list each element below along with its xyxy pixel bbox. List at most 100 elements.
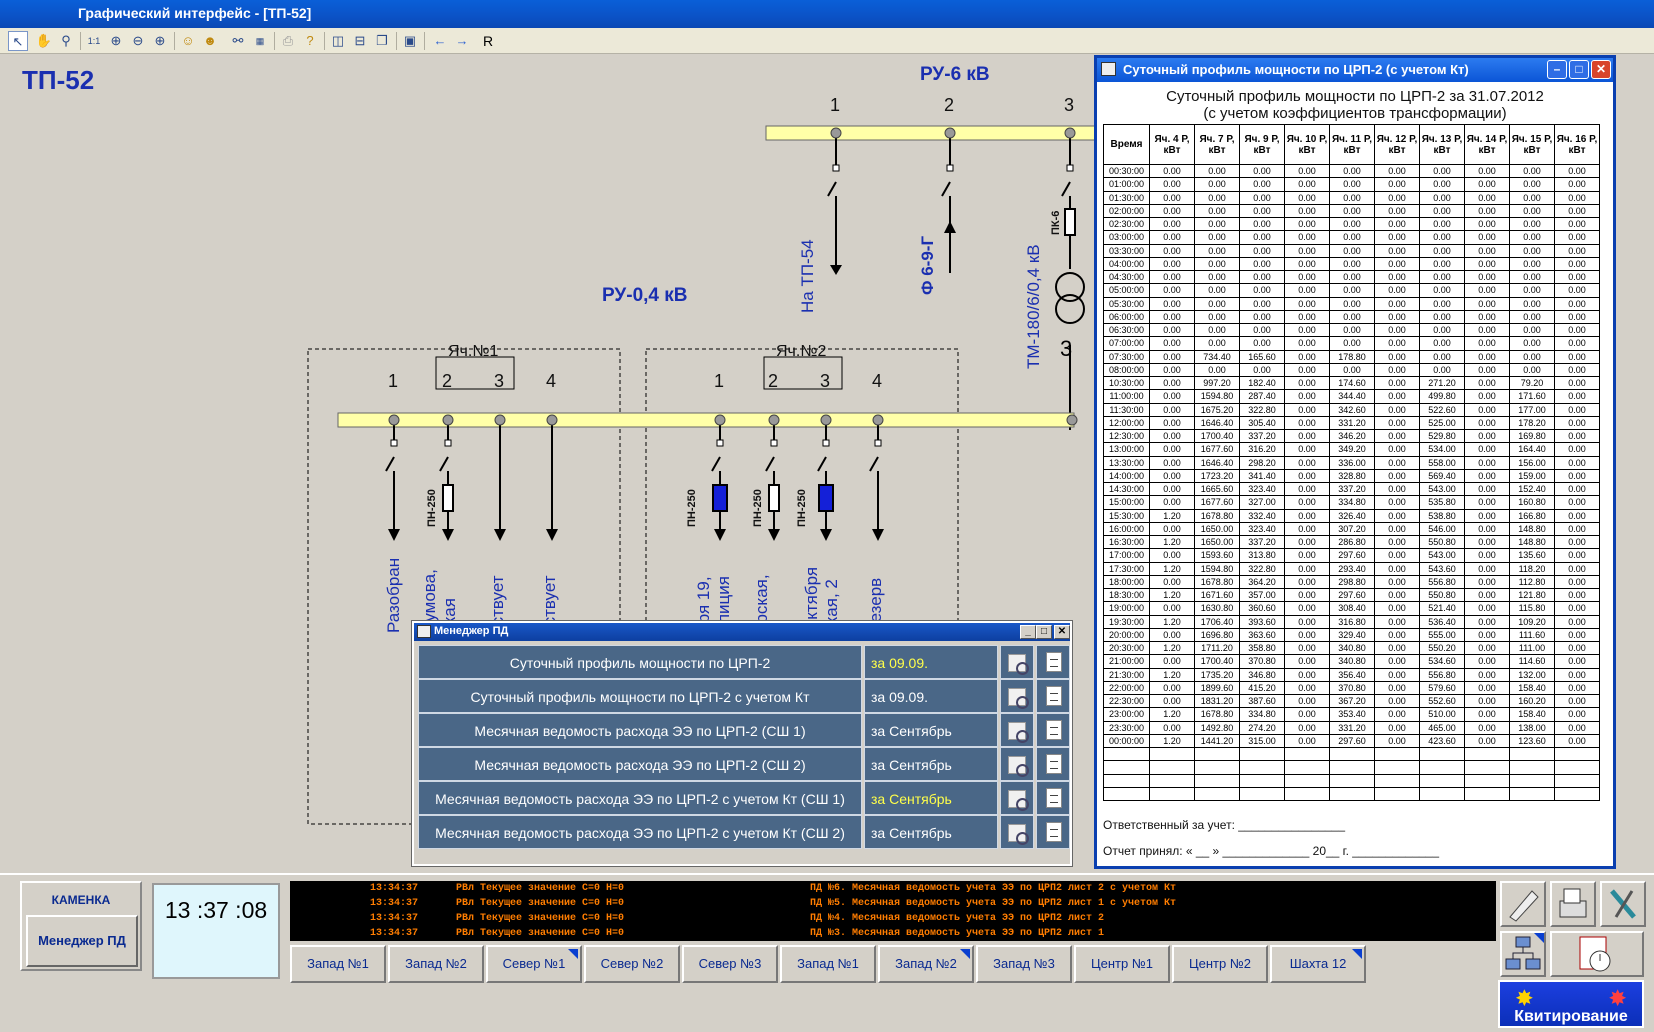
value-cell: 1.20: [1149, 561, 1195, 576]
cell1-num-3: 3: [494, 371, 505, 391]
event-log[interactable]: 13:34:37 РВл Текущее значение С=0 Н=0 ПД №…: [290, 881, 1496, 941]
value-cell: 0.00: [1284, 336, 1330, 351]
zone-button[interactable]: Шахта 12: [1270, 945, 1366, 983]
open-document-button[interactable]: [1036, 645, 1070, 679]
value-cell: 0.00: [1374, 190, 1420, 205]
calendar-clock-icon[interactable]: [1550, 931, 1644, 977]
maximize-button[interactable]: □: [1569, 60, 1589, 79]
open-document-button[interactable]: [1036, 747, 1070, 781]
time-cell: 18:30:00: [1103, 587, 1150, 603]
binoculars-icon[interactable]: ⚯: [228, 31, 248, 51]
preview-button[interactable]: [1000, 713, 1034, 747]
close-button[interactable]: ✕: [1591, 60, 1611, 79]
manager-title-bar[interactable]: Менеджер ПД _ □ ✕: [414, 623, 1070, 641]
time-cell: 23:30:00: [1103, 720, 1150, 735]
minimize-button[interactable]: _: [1020, 625, 1036, 639]
zone-button[interactable]: Север №1: [486, 945, 582, 983]
ruler-icon[interactable]: [1500, 881, 1546, 927]
preview-button[interactable]: [1000, 815, 1034, 849]
report-name[interactable]: Месячная ведомость расхода ЭЭ по ЦРП-2 с…: [418, 781, 862, 815]
zone-button[interactable]: Запад №1: [290, 945, 386, 983]
report-footer-responsible: Ответственный за учет: ________________: [1103, 818, 1346, 832]
table-row: 16:30:00 1.20 1650.00 337.20 0.00 286.80 0.00 5…: [1103, 534, 1600, 550]
arrow-left-icon[interactable]: ←: [430, 31, 450, 51]
open-document-button[interactable]: [1036, 781, 1070, 815]
preview-button[interactable]: [1000, 781, 1034, 815]
zone-button[interactable]: Запад №2: [388, 945, 484, 983]
value-cell: 0.00: [1239, 269, 1285, 285]
close-button[interactable]: ✕: [1054, 625, 1070, 639]
users-icon[interactable]: ☺: [178, 31, 198, 51]
print-icon[interactable]: ⎙: [278, 31, 298, 51]
open-document-button[interactable]: [1036, 679, 1070, 713]
column-header: Яч. 16 P, кВт: [1554, 124, 1600, 165]
zoom-fit-icon[interactable]: ⊕: [106, 31, 126, 51]
window-icon: [417, 625, 431, 638]
layout-horizontal-icon[interactable]: ⊟: [350, 31, 370, 51]
zone-button[interactable]: Запад №3: [976, 945, 1072, 983]
value-cell: 1696.80: [1194, 627, 1240, 643]
zone-label: Север №2: [600, 956, 664, 971]
preview-button[interactable]: [1000, 645, 1034, 679]
tools-icon[interactable]: [1600, 881, 1646, 927]
value-cell: 0.00: [1419, 336, 1465, 351]
window-icon[interactable]: ▣: [400, 31, 420, 51]
cascade-icon[interactable]: ❐: [372, 31, 392, 51]
magnifier-icon[interactable]: ⚲: [56, 31, 76, 51]
value-cell: 287.40: [1239, 389, 1285, 404]
help-icon[interactable]: ?: [300, 31, 320, 51]
report-name[interactable]: Месячная ведомость расхода ЭЭ по ЦРП-2 (…: [418, 747, 862, 781]
time-cell: 06:00:00: [1103, 309, 1150, 325]
arrow-right-icon[interactable]: →: [452, 31, 472, 51]
cell1-num-4: 4: [546, 371, 557, 391]
time-cell: 02:30:00: [1103, 216, 1150, 232]
value-cell: 349.20: [1329, 442, 1375, 457]
layout-vertical-icon[interactable]: ◫: [328, 31, 348, 51]
report-period[interactable]: за 09.09.: [864, 645, 998, 679]
report-name[interactable]: Месячная ведомость расхода ЭЭ по ЦРП-2 с…: [418, 815, 862, 849]
report-period[interactable]: за 09.09.: [864, 679, 998, 713]
zone-button[interactable]: Запад №2: [878, 945, 974, 983]
report-title-bar[interactable]: Суточный профиль мощности по ЦРП-2 (с уч…: [1097, 58, 1613, 82]
value-cell: 0.00: [1374, 455, 1420, 470]
report-name[interactable]: Месячная ведомость расхода ЭЭ по ЦРП-2 (…: [418, 713, 862, 747]
zone-button[interactable]: Запад №1: [780, 945, 876, 983]
open-document-button[interactable]: [1036, 713, 1070, 747]
preview-icon: [1008, 756, 1029, 777]
value-cell: 387.60: [1239, 693, 1285, 709]
value-cell: 0.00: [1554, 654, 1600, 669]
hand-tool-icon[interactable]: ✋: [34, 31, 54, 51]
r-button[interactable]: R: [478, 31, 498, 51]
zoom-out-icon[interactable]: ⊖: [128, 31, 148, 51]
zoom-1to1-icon[interactable]: 1:1: [84, 31, 104, 51]
manager-pd-button[interactable]: Менеджер ПД: [26, 915, 138, 967]
report-name[interactable]: Суточный профиль мощности по ЦРП-2: [418, 645, 862, 679]
report-period[interactable]: за Сентябрь: [864, 781, 998, 815]
value-cell: 0.00: [1194, 216, 1240, 232]
preview-button[interactable]: [1000, 679, 1034, 713]
open-document-button[interactable]: [1036, 815, 1070, 849]
fax-icon[interactable]: [1550, 881, 1596, 927]
value-cell: 0.00: [1419, 163, 1465, 179]
table-row: 23:00:00 1.20 1678.80 334.80 0.00 353.40 0.00 5…: [1103, 707, 1600, 722]
network-icon[interactable]: [1500, 931, 1546, 977]
minimize-button[interactable]: –: [1547, 60, 1567, 79]
zone-button[interactable]: Север №2: [584, 945, 680, 983]
value-cell: 0.00: [1194, 309, 1240, 325]
zone-button[interactable]: Север №3: [682, 945, 778, 983]
user-remove-icon[interactable]: ☻: [200, 31, 220, 51]
zone-button[interactable]: Центр №2: [1172, 945, 1268, 983]
value-cell: 1675.20: [1194, 402, 1240, 417]
report-period[interactable]: за Сентябрь: [864, 747, 998, 781]
report-period[interactable]: за Сентябрь: [864, 713, 998, 747]
zoom-in-icon[interactable]: ⊕: [150, 31, 170, 51]
value-cell: 0.00: [1464, 415, 1510, 431]
calendar-icon[interactable]: ▦: [250, 31, 270, 51]
report-period[interactable]: за Сентябрь: [864, 815, 998, 849]
preview-button[interactable]: [1000, 747, 1034, 781]
report-name[interactable]: Суточный профиль мощности по ЦРП-2 с уче…: [418, 679, 862, 713]
acknowledge-button[interactable]: ✸ ✸ Квитирование: [1498, 980, 1644, 1028]
pointer-tool-icon[interactable]: ↖: [8, 31, 28, 51]
maximize-button[interactable]: □: [1036, 625, 1052, 639]
zone-button[interactable]: Центр №1: [1074, 945, 1170, 983]
